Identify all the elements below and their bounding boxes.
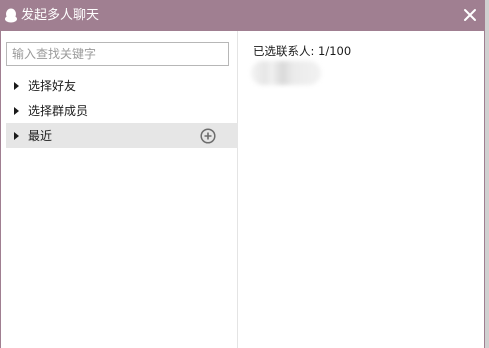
add-circle-icon[interactable] [200,128,216,144]
search-input[interactable] [6,42,229,66]
contact-picker-pane: 选择好友 选择群成员 最近 [1,31,238,348]
close-icon[interactable] [462,7,478,23]
window-edge [485,0,489,348]
expand-arrow-icon [14,131,19,140]
group-label: 选择群成员 [28,104,89,118]
group-select-friends[interactable]: 选择好友 [6,73,238,98]
group-label: 最近 [28,129,53,143]
expand-arrow-icon [14,106,19,115]
title-bar[interactable]: 发起多人聊天 [1,0,484,31]
group-select-group-members[interactable]: 选择群成员 [6,98,238,123]
selected-count: 已选联系人: 1/100 [253,44,352,58]
window-title: 发起多人聊天 [21,8,100,23]
selected-contact-chip[interactable] [251,61,321,85]
expand-arrow-icon [14,81,19,90]
group-recent[interactable]: 最近 [6,123,238,148]
group-label: 选择好友 [28,79,77,93]
multi-chat-dialog: 发起多人聊天 选择好友 选择群成员 最近 已选联系人: 1/100 [0,0,485,348]
qq-penguin-icon [5,8,17,23]
selected-contacts-pane: 已选联系人: 1/100 [239,31,484,348]
